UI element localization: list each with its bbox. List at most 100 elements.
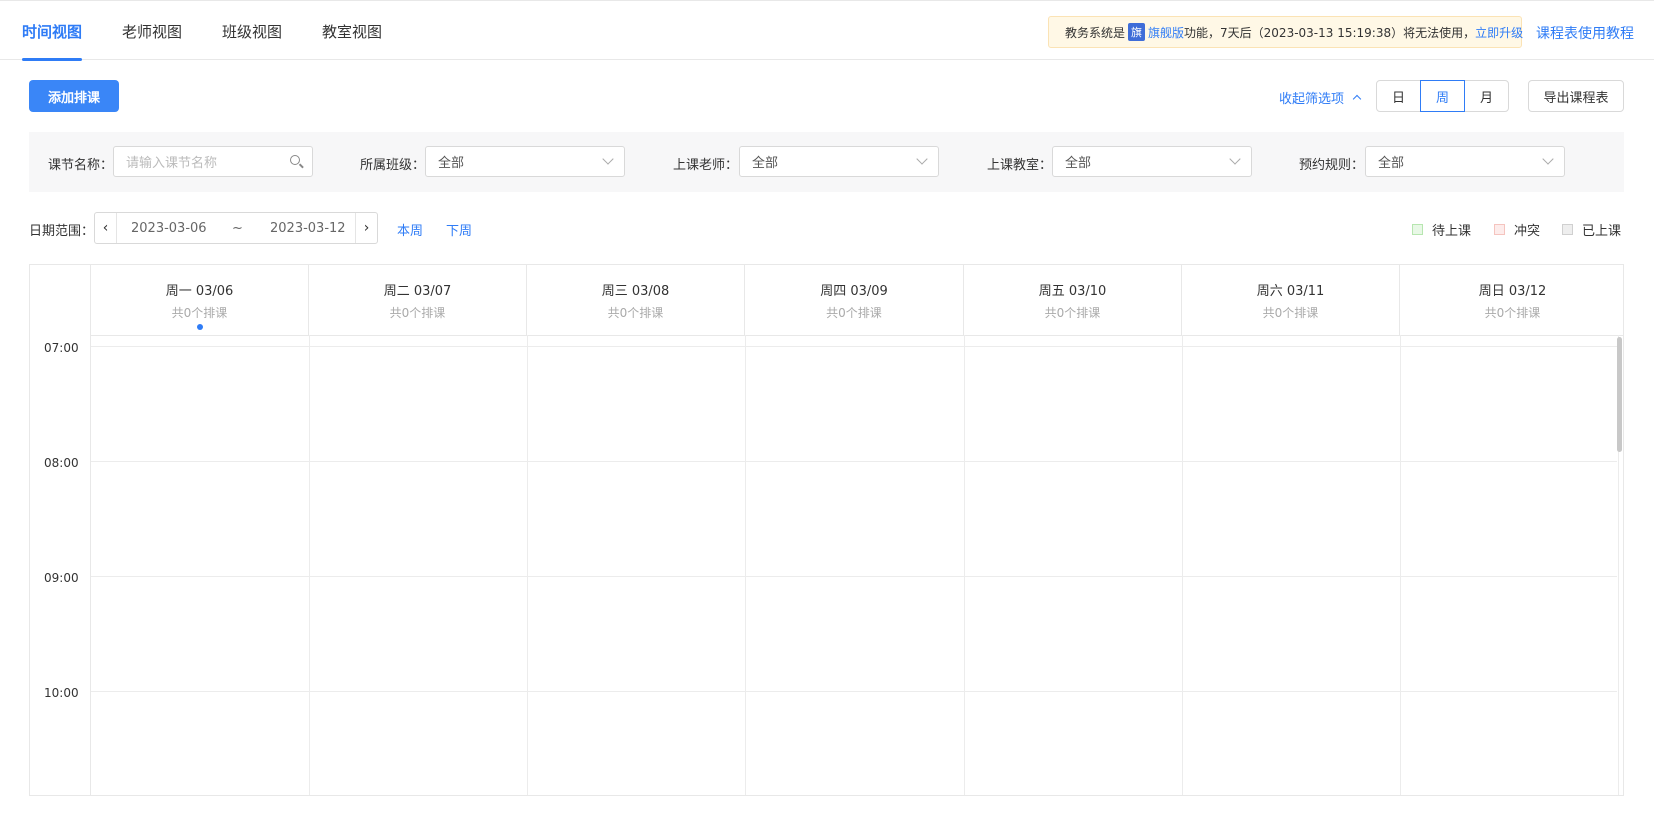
tab-classroom-view[interactable]: 教室视图 xyxy=(322,21,382,61)
day-count: 共0个排课 xyxy=(1484,306,1541,320)
date-range-picker: ‹ 2023-03-06 ~ 2023-03-12 › xyxy=(94,212,378,244)
header-divider xyxy=(91,335,1623,336)
classroom-select-value: 全部 xyxy=(1065,156,1092,171)
lesson-name-label: 课节名称： xyxy=(48,158,114,173)
date-range-label: 日期范围： xyxy=(29,224,95,239)
day-header-wed: 周三 03/08 共0个排课 xyxy=(527,265,745,335)
day-count: 共0个排课 xyxy=(607,306,664,320)
this-week-link[interactable]: 本周 xyxy=(397,220,423,239)
chevron-down-icon xyxy=(1542,153,1554,165)
prev-week-button[interactable]: ‹ xyxy=(95,213,117,243)
booking-rule-select[interactable]: 全部 xyxy=(1365,146,1565,177)
booking-rule-select-value: 全部 xyxy=(1378,156,1405,171)
pending-swatch-icon xyxy=(1412,224,1423,235)
collapse-filters-label: 收起筛选项 xyxy=(1279,92,1345,107)
notice-text: 功能，7天后（2023-03-13 15:19:38）将无法使用， xyxy=(1184,25,1476,40)
day-date: 周日 03/12 xyxy=(1478,284,1547,299)
day-date: 周六 03/11 xyxy=(1256,284,1325,299)
class-select-value: 全部 xyxy=(438,156,465,171)
chevron-down-icon xyxy=(916,153,928,165)
legend-conflict: 冲突 xyxy=(1494,220,1540,239)
tab-class-view[interactable]: 班级视图 xyxy=(222,21,282,61)
tab-time-view[interactable]: 时间视图 xyxy=(22,21,83,61)
day-date: 周三 03/08 xyxy=(601,284,670,299)
view-week-button[interactable]: 周 xyxy=(1420,80,1465,112)
legend-done: 已上课 xyxy=(1562,220,1621,239)
lesson-name-input[interactable]: 请输入课节名称 xyxy=(113,146,313,177)
hour-label: 10:00 xyxy=(44,686,79,700)
upgrade-link[interactable]: 立即升级 xyxy=(1475,24,1523,41)
today-dot-icon xyxy=(196,324,203,330)
next-week-link[interactable]: 下周 xyxy=(446,220,472,239)
search-icon xyxy=(290,155,300,165)
day-date: 周一 03/06 xyxy=(165,284,234,299)
day-count: 共0个排课 xyxy=(171,306,228,320)
grid-column-line xyxy=(745,335,746,795)
calendar-scrollbar[interactable] xyxy=(1617,337,1622,452)
hour-line xyxy=(91,691,1617,692)
done-swatch-icon xyxy=(1562,224,1573,235)
lesson-name-placeholder: 请输入课节名称 xyxy=(126,156,218,171)
day-header-sat: 周六 03/11 共0个排课 xyxy=(1182,265,1400,335)
conflict-swatch-icon xyxy=(1494,224,1505,235)
teacher-select[interactable]: 全部 xyxy=(739,146,939,177)
day-date: 周五 03/10 xyxy=(1038,284,1107,299)
day-count: 共0个排课 xyxy=(1262,306,1319,320)
grid-column-line xyxy=(309,335,310,795)
view-month-button[interactable]: 月 xyxy=(1464,80,1509,112)
day-header-thu: 周四 03/09 共0个排课 xyxy=(745,265,964,335)
day-header-mon: 周一 03/06 共0个排课 xyxy=(91,265,309,335)
legend-pending-label: 待上课 xyxy=(1432,224,1472,239)
hour-label: 09:00 xyxy=(44,571,79,585)
date-range-end[interactable]: 2023-03-12 xyxy=(270,221,346,236)
grid-column-line xyxy=(1182,335,1183,795)
day-count: 共0个排课 xyxy=(389,306,446,320)
date-range-separator: ~ xyxy=(232,221,243,236)
week-calendar: 周一 03/06 共0个排课 周二 03/07 共0个排课 周三 03/08 共… xyxy=(29,264,1624,796)
hour-line xyxy=(91,576,1617,577)
chevron-up-icon xyxy=(1352,94,1362,104)
add-schedule-button[interactable]: 添加排课 xyxy=(29,80,119,112)
export-schedule-button[interactable]: 导出课程表 xyxy=(1528,80,1624,112)
hour-line xyxy=(91,461,1617,462)
day-count: 共0个排课 xyxy=(1044,306,1101,320)
hour-line xyxy=(91,346,1617,347)
legend-pending: 待上课 xyxy=(1412,220,1471,239)
top-nav: 时间视图 老师视图 班级视图 教室视图 教务系统是 旗 旗舰版 功能，7天后（2… xyxy=(0,0,1654,61)
day-date: 周二 03/07 xyxy=(383,284,452,299)
view-mode-switch: 日 周 月 xyxy=(1376,80,1509,112)
grid-column-line xyxy=(527,335,528,795)
teacher-select-value: 全部 xyxy=(752,156,779,171)
legend-done-label: 已上课 xyxy=(1582,224,1622,239)
collapse-filters-link[interactable]: 收起筛选项 xyxy=(1279,88,1362,107)
teacher-label: 上课老师： xyxy=(673,158,739,173)
upgrade-notice: 教务系统是 旗 旗舰版 功能，7天后（2023-03-13 15:19:38）将… xyxy=(1048,16,1523,48)
next-week-arrow-button[interactable]: › xyxy=(355,213,377,243)
date-range-start[interactable]: 2023-03-06 xyxy=(131,221,207,236)
grid-column-line xyxy=(1400,335,1401,795)
class-select[interactable]: 全部 xyxy=(425,146,625,177)
flagship-badge: 旗 xyxy=(1128,23,1146,41)
tutorial-link[interactable]: 课程表使用教程 xyxy=(1536,23,1634,43)
tab-teacher-view[interactable]: 老师视图 xyxy=(122,21,182,61)
grid-column-line xyxy=(964,335,965,795)
day-header-fri: 周五 03/10 共0个排课 xyxy=(964,265,1182,335)
day-date: 周四 03/09 xyxy=(820,284,888,299)
notice-edition: 旗舰版 xyxy=(1148,25,1185,40)
classroom-select[interactable]: 全部 xyxy=(1052,146,1252,177)
chevron-left-icon: ‹ xyxy=(102,220,109,236)
classroom-label: 上课教室： xyxy=(987,158,1053,173)
legend-conflict-label: 冲突 xyxy=(1514,224,1541,239)
view-day-button[interactable]: 日 xyxy=(1376,80,1421,112)
chevron-right-icon: › xyxy=(363,220,370,236)
day-header-tue: 周二 03/07 共0个排课 xyxy=(309,265,527,335)
chevron-down-icon xyxy=(1229,153,1241,165)
hour-label: 07:00 xyxy=(44,341,79,355)
chevron-down-icon xyxy=(602,153,614,165)
day-count: 共0个排课 xyxy=(826,306,882,320)
booking-rule-label: 预约规则： xyxy=(1299,158,1365,173)
filter-bar: 课节名称： 请输入课节名称 所属班级： 全部 上课老师： 全部 上课教室： 全部… xyxy=(29,132,1624,192)
hour-label: 08:00 xyxy=(44,456,79,470)
day-header-sun: 周日 03/12 共0个排课 xyxy=(1400,265,1623,335)
notice-prefix: 教务系统是 xyxy=(1065,25,1126,40)
